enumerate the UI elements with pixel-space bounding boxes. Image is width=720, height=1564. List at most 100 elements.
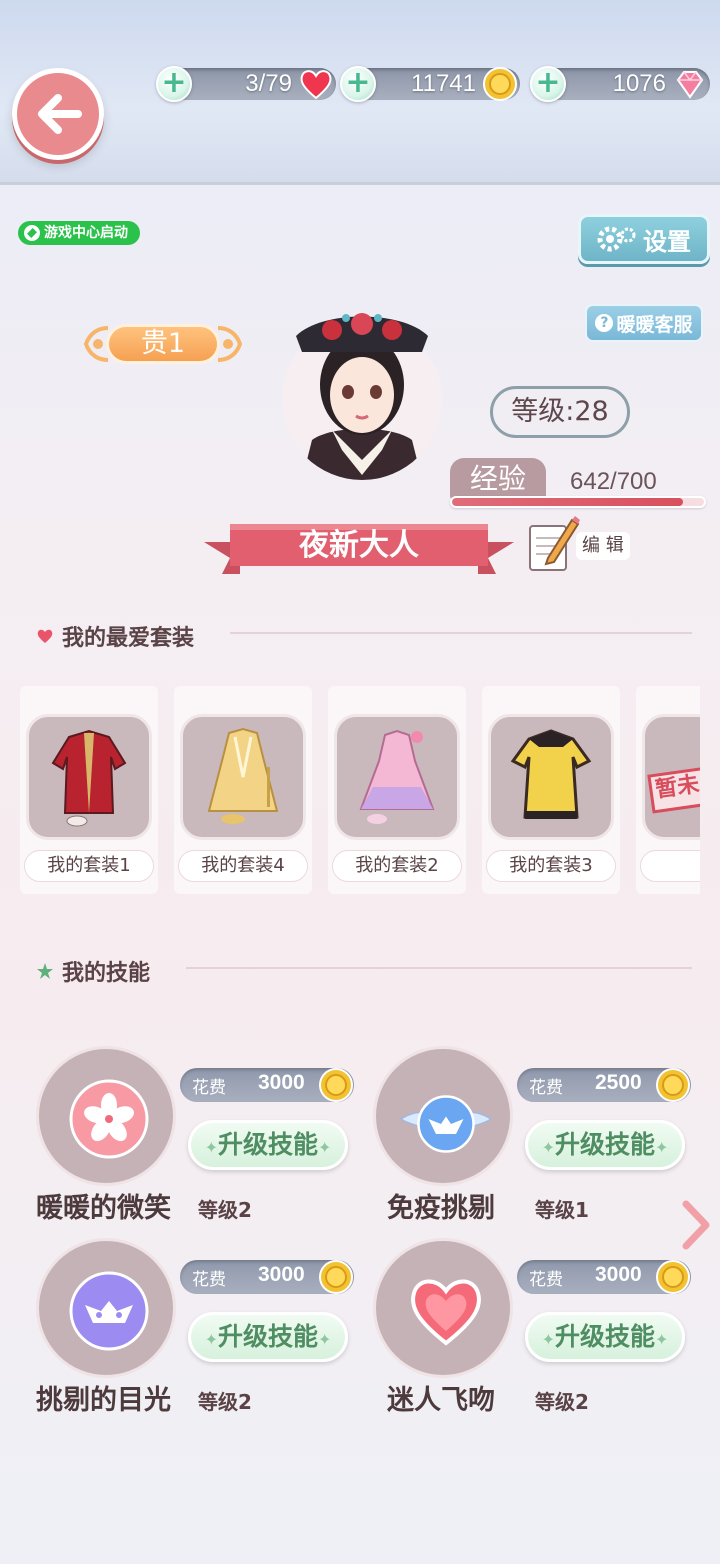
exp-progress-fill (452, 498, 684, 506)
outfit-card[interactable]: 我的套装4 (174, 686, 312, 894)
gold-coin-icon (483, 67, 517, 101)
skill-name: 暖暖的微笑 (36, 1193, 171, 1224)
chevron-right-icon[interactable] (680, 1200, 710, 1250)
upgrade-label: 升级技能 (217, 1322, 318, 1351)
cost-label: 花费 (529, 1270, 563, 1290)
outfit-thumbnail (26, 714, 152, 840)
upgrade-skill-button[interactable]: ✦升级技能✦ (188, 1120, 348, 1170)
pink-dress-icon (359, 729, 435, 824)
upgrade-skill-button[interactable]: ✦升级技能✦ (525, 1312, 685, 1362)
outfit-name: 我的套装3 (486, 850, 616, 882)
settings-button[interactable]: 设置 (578, 214, 710, 264)
skill-cost: 花费 3000 (180, 1260, 354, 1294)
outfit-card[interactable]: 我的套装3 (482, 686, 620, 894)
outfit-name (640, 850, 700, 882)
outfit-card[interactable]: 我的套装1 (20, 686, 158, 894)
add-hearts-button[interactable]: + (156, 66, 192, 102)
avatar-portrait-icon (282, 313, 442, 480)
outfit-thumbnail (488, 714, 614, 840)
gold-coin-icon (656, 1068, 690, 1102)
add-diamonds-button[interactable]: + (530, 66, 566, 102)
skill-card: 花费 2500 ✦升级技能✦ 免疫挑剔 等级1 (373, 1046, 703, 1226)
skill-level: 等级1 (535, 1198, 589, 1222)
skill-icon-frame (373, 1238, 513, 1378)
service-label: 暖暖客服 (616, 313, 693, 336)
heart-icon (37, 629, 53, 643)
add-coins-button[interactable]: + (340, 66, 376, 102)
experience-row: 经验 642/700 (450, 458, 710, 510)
player-avatar[interactable] (282, 300, 442, 480)
skill-card: 花费 3000 ✦升级技能✦ 挑剔的目光 等级2 (36, 1238, 366, 1418)
skill-icon-frame (36, 1046, 176, 1186)
star-icon: ✦ (204, 1330, 218, 1349)
diamonds-value: 1076 (612, 70, 666, 97)
skill-level: 等级2 (198, 1198, 252, 1222)
gold-coin-icon (656, 1260, 690, 1294)
gear-icon (597, 226, 636, 252)
exp-value: 642/700 (570, 468, 657, 495)
skill-level: 等级2 (535, 1390, 589, 1414)
pencil-notebook-icon (529, 516, 580, 571)
outfit-thumbnail (180, 714, 306, 840)
star-icon: ✦ (541, 1138, 555, 1157)
game-center-icon (24, 225, 40, 241)
favorites-header: 我的最爱套装 (36, 620, 194, 652)
player-name: 夜新大人 (299, 528, 419, 563)
game-center-badge[interactable]: 游戏中心启动 (18, 221, 140, 245)
cost-value: 2500 (595, 1071, 642, 1094)
skill-icon-frame (36, 1238, 176, 1378)
favorite-outfits-list[interactable]: 我的套装1 我的套装4 我的套装2 我的套装3 暂未 (20, 686, 700, 896)
skill-cost: 花费 2500 (517, 1068, 691, 1102)
star-icon: ✦ (655, 1330, 669, 1349)
heart-icon (411, 1279, 481, 1346)
star-icon: ✦ (318, 1330, 332, 1349)
favorites-divider (230, 632, 692, 634)
exp-label: 经验 (450, 458, 546, 500)
exp-progress-bar (450, 496, 706, 508)
coins-value: 11741 (411, 70, 476, 97)
star-icon: ✦ (204, 1138, 218, 1157)
cost-label: 花费 (529, 1078, 563, 1098)
skills-header: 我的技能 (36, 955, 150, 987)
skill-cost: 花费 3000 (517, 1260, 691, 1294)
cost-value: 3000 (258, 1263, 305, 1286)
skill-cost: 花费 3000 (180, 1068, 354, 1102)
yellow-dress-icon (207, 727, 279, 824)
skill-level: 等级2 (198, 1390, 252, 1414)
upgrade-skill-button[interactable]: ✦升级技能✦ (188, 1312, 348, 1362)
game-center-label: 游戏中心启动 (44, 225, 128, 241)
edit-label: 编 辑 (576, 532, 630, 560)
diamonds-counter: + 1076 (530, 66, 710, 102)
gold-coin-icon (319, 1068, 353, 1102)
skill-name: 挑剔的目光 (36, 1385, 171, 1416)
upgrade-skill-button[interactable]: ✦升级技能✦ (525, 1120, 685, 1170)
diamond-icon (676, 71, 704, 99)
player-name-banner: 夜新大人 (204, 520, 514, 578)
outfit-name: 我的套装2 (332, 850, 462, 882)
back-button[interactable] (12, 68, 104, 160)
heart-icon (300, 70, 332, 100)
purple-mask-icon (69, 1271, 149, 1351)
question-icon: ? (595, 314, 614, 332)
customer-service-button[interactable]: ? 暖暖客服 (585, 304, 703, 342)
favorites-title: 我的最爱套装 (62, 626, 195, 651)
star-icon: ✦ (541, 1330, 555, 1349)
outfit-card[interactable]: 我的套装2 (328, 686, 466, 894)
sakura-icon (69, 1079, 149, 1159)
skill-card: 花费 3000 ✦升级技能✦ 暖暖的微笑 等级2 (36, 1046, 366, 1226)
skill-name: 免疫挑剔 (387, 1193, 495, 1224)
skill-icon-frame (373, 1046, 513, 1186)
settings-label: 设置 (643, 227, 691, 256)
upgrade-label: 升级技能 (554, 1130, 655, 1159)
skill-name: 迷人飞吻 (387, 1385, 495, 1416)
outfit-thumbnail: 暂未 (642, 714, 700, 840)
outfit-name: 我的套装1 (24, 850, 154, 882)
outfit-card[interactable]: 暂未 (636, 686, 700, 894)
outfit-thumbnail (334, 714, 460, 840)
upgrade-label: 升级技能 (217, 1130, 318, 1159)
winged-mask-icon (399, 1095, 493, 1153)
edit-name-button[interactable]: 编 辑 (526, 514, 630, 574)
skills-divider (186, 967, 692, 969)
coins-counter: + 11741 (340, 66, 520, 102)
skill-card: 花费 3000 ✦升级技能✦ 迷人飞吻 等级2 (373, 1238, 703, 1418)
